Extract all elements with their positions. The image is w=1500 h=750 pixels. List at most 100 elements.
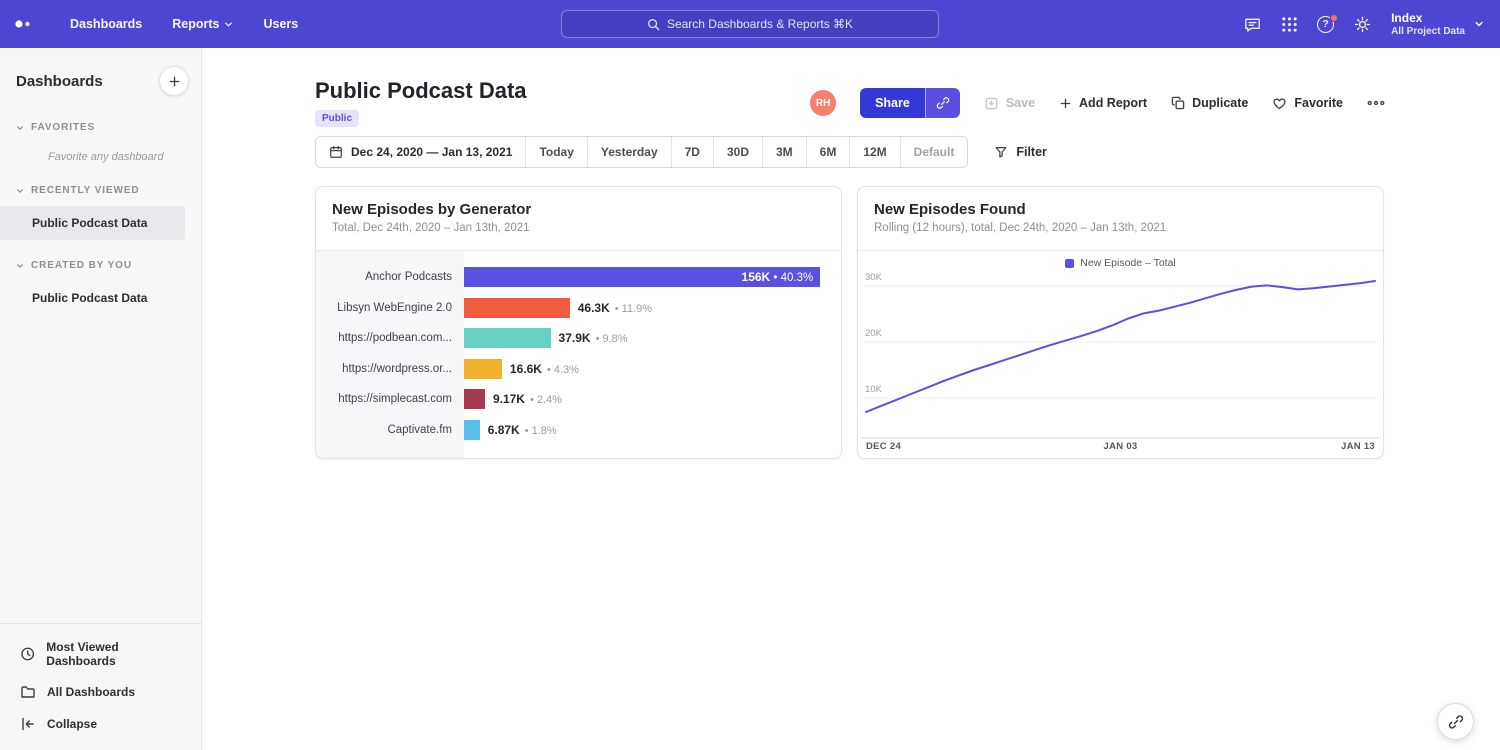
nav-users-label: Users (263, 17, 298, 31)
y-axis-label: 10K (865, 384, 882, 395)
share-split-button: Share (860, 88, 960, 118)
bar-category-label: Anchor Podcasts (316, 271, 464, 283)
search-placeholder: Search Dashboards & Reports ⌘K (667, 17, 853, 31)
filter-funnel-icon (994, 145, 1008, 159)
copy-icon (1171, 96, 1185, 110)
y-axis-label: 30K (865, 272, 882, 283)
bar-value-label: 6.87K• 1.8% (488, 423, 557, 437)
date-preset-yesterday[interactable]: Yesterday (587, 137, 671, 167)
line-chart: New Episode – Total 30K20K10KDEC 24JAN 0… (858, 251, 1383, 458)
nav-dashboards-label: Dashboards (70, 17, 142, 31)
bar-row: https://podbean.com...37.9K• 9.8% (316, 323, 841, 354)
help-icon[interactable]: ? (1317, 16, 1334, 33)
date-preset-7d[interactable]: 7D (671, 137, 713, 167)
copy-share-link-button[interactable] (925, 88, 960, 118)
all-dashboards-button[interactable]: All Dashboards (0, 676, 201, 708)
bar-category-label: https://podbean.com... (316, 332, 464, 344)
sidebar-title: Dashboards (16, 73, 103, 90)
nav-dashboards[interactable]: Dashboards (70, 17, 142, 31)
date-preset-12m[interactable]: 12M (849, 137, 899, 167)
most-viewed-dashboards-button[interactable]: Most Viewed Dashboards (0, 632, 201, 676)
create-dashboard-button[interactable] (159, 66, 189, 96)
footer-item-label: All Dashboards (47, 685, 135, 699)
date-preset-6m[interactable]: 6M (806, 137, 850, 167)
settings-gear-icon[interactable] (1353, 15, 1372, 34)
bar-row: https://wordpress.or...16.6K• 4.3% (316, 354, 841, 385)
bar-segment[interactable]: 156K • 40.3% (464, 267, 820, 287)
top-nav: Dashboards Reports Users Search Dashboar… (0, 0, 1500, 48)
date-range-picker[interactable]: Dec 24, 2020 — Jan 13, 2021 (316, 137, 525, 167)
x-axis-label: JAN 13 (1341, 441, 1375, 452)
chevron-down-icon (16, 262, 24, 270)
card-subtitle: Total, Dec 24th, 2020 – Jan 13th, 2021 (332, 222, 825, 234)
chart-legend: New Episode – Total (858, 257, 1383, 269)
dashboard-actions: RH Share Save Add Report Dupl (810, 88, 1385, 118)
collapse-icon (20, 716, 36, 732)
nav-users[interactable]: Users (263, 17, 298, 31)
app-root: Dashboards Reports Users Search Dashboar… (0, 0, 1500, 750)
footer-item-label: Most Viewed Dashboards (46, 640, 185, 668)
mixpanel-logo-icon[interactable] (14, 18, 52, 30)
more-options-button[interactable] (1367, 100, 1385, 106)
bar-chart-rows: Anchor Podcasts156K • 40.3%Libsyn WebEng… (316, 251, 841, 458)
folder-icon (20, 684, 36, 700)
section-label: RECENTLY VIEWED (31, 185, 140, 196)
calendar-icon (329, 145, 343, 159)
share-link-fab[interactable] (1437, 703, 1474, 740)
sidebar-section-created-by-you[interactable]: CREATED BY YOU (0, 254, 201, 277)
card-title: New Episodes Found (874, 201, 1367, 218)
messages-icon[interactable] (1243, 15, 1262, 34)
apps-grid-icon[interactable] (1281, 16, 1298, 33)
nav-reports-label: Reports (172, 17, 219, 31)
clock-icon (20, 646, 35, 662)
date-preset-3m[interactable]: 3M (762, 137, 806, 167)
y-axis-label: 20K (865, 328, 882, 339)
save-button[interactable]: Save (984, 96, 1035, 111)
chevron-down-icon (16, 187, 24, 195)
title-block: Public Podcast Data Public (315, 78, 527, 127)
footer-item-label: Collapse (47, 717, 97, 731)
bar-row: https://simplecast.com 9.17K• 2.4% (316, 384, 841, 415)
bar-segment[interactable] (464, 298, 570, 318)
bar-chart-card: New Episodes by Generator Total, Dec 24t… (315, 186, 842, 459)
section-label: CREATED BY YOU (31, 260, 132, 271)
bar-row: Anchor Podcasts156K • 40.3% (316, 262, 841, 293)
nav-utilities: ? Index All Project Data (1243, 11, 1500, 37)
date-preset-today[interactable]: Today (525, 137, 586, 167)
bar-row: Libsyn WebEngine 2.046.3K• 11.9% (316, 293, 841, 324)
sidebar-item-public-podcast-data[interactable]: Public Podcast Data (0, 206, 185, 240)
line-series (866, 281, 1375, 412)
filter-button[interactable]: Filter (994, 145, 1047, 159)
bar-value-label: 9.17K• 2.4% (493, 392, 562, 406)
date-preset-30d[interactable]: 30D (713, 137, 762, 167)
date-segmented-control: Dec 24, 2020 — Jan 13, 2021 TodayYesterd… (315, 136, 968, 168)
sidebar-section-favorites[interactable]: FAVORITES (0, 116, 201, 139)
line-chart-card: New Episodes Found Rolling (12 hours), t… (857, 186, 1384, 459)
global-search-input[interactable]: Search Dashboards & Reports ⌘K (561, 10, 939, 38)
bar-segment[interactable] (464, 359, 502, 379)
bar-category-label: https://simplecast.com (316, 393, 464, 405)
date-controls: Dec 24, 2020 — Jan 13, 2021 TodayYesterd… (315, 136, 1385, 168)
add-report-button[interactable]: Add Report (1059, 96, 1147, 110)
project-switcher[interactable]: Index All Project Data (1391, 11, 1484, 37)
bar-value-label: 46.3K• 11.9% (578, 301, 652, 315)
link-icon (936, 96, 950, 110)
bar-segment[interactable] (464, 420, 480, 440)
bar-segment[interactable] (464, 328, 551, 348)
x-axis-label: DEC 24 (866, 441, 901, 452)
favorite-button[interactable]: Favorite (1272, 96, 1343, 111)
duplicate-button[interactable]: Duplicate (1171, 96, 1248, 110)
bar-chart: Anchor Podcasts156K • 40.3%Libsyn WebEng… (316, 251, 841, 458)
date-preset-default[interactable]: Default (900, 137, 968, 167)
nav-reports[interactable]: Reports (172, 17, 233, 31)
project-name: Index (1391, 11, 1465, 26)
search-icon (647, 18, 660, 31)
collapse-sidebar-button[interactable]: Collapse (0, 708, 201, 740)
card-title: New Episodes by Generator (332, 201, 825, 218)
favorites-empty-text: Favorite any dashboard (0, 139, 201, 165)
share-button[interactable]: Share (860, 88, 925, 118)
avatar[interactable]: RH (810, 90, 836, 116)
bar-segment[interactable] (464, 389, 485, 409)
sidebar-item-public-podcast-data[interactable]: Public Podcast Data (0, 281, 185, 315)
sidebar-section-recently-viewed[interactable]: RECENTLY VIEWED (0, 179, 201, 202)
